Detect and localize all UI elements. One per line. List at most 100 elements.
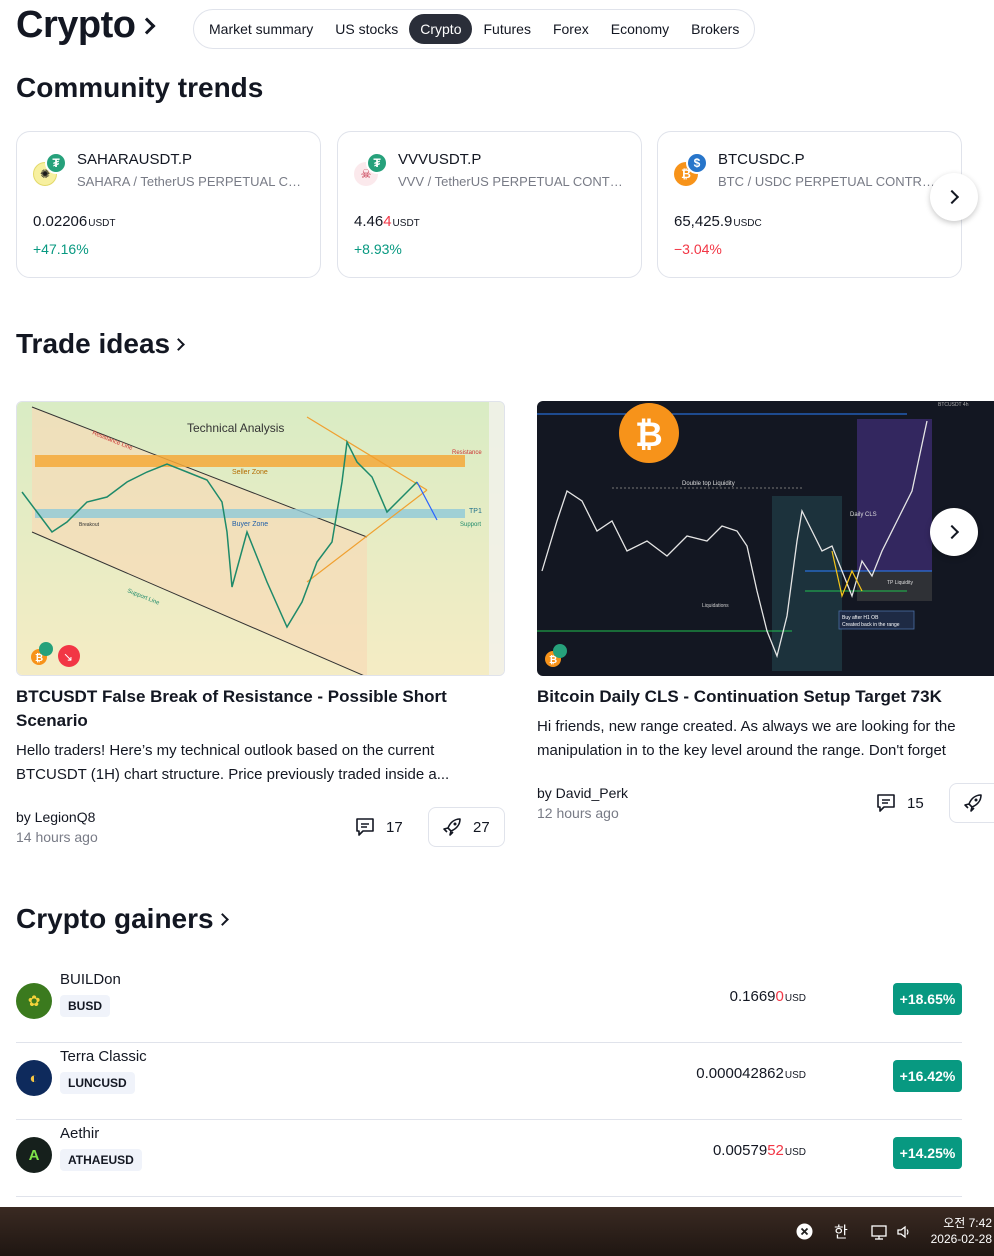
resistance-label: Resistance (452, 450, 482, 456)
comment-icon (877, 794, 895, 812)
seller-zone-label: Seller Zone (232, 469, 268, 476)
table-row[interactable]: ✿ BUILDon BUSD 0.16690USD +18.65% (16, 966, 962, 1043)
buildon-logo-icon: ✿ (16, 983, 52, 1019)
idea-chart-image[interactable]: Technical Analysis Seller Zone Buyer Zon… (16, 401, 505, 676)
crypto-gainers-title: Crypto gainers (16, 903, 214, 934)
price-value: 4.46 (354, 213, 384, 230)
idea-card[interactable]: Technical Analysis Seller Zone Buyer Zon… (16, 401, 505, 853)
comments-count: 15 (907, 794, 924, 812)
chevron-right-icon (944, 189, 960, 205)
daily-cls-label: Daily CLS (850, 512, 877, 518)
idea-card[interactable]: ₿ Double top Liquidity Daily CLS Liquida… (537, 401, 994, 829)
ime-indicator[interactable]: 한 (834, 1207, 848, 1256)
price-value: 0.000042862 (696, 1065, 784, 1082)
trend-symbol: VVVUSDT.P (398, 151, 482, 168)
symbol-icon: ₿ $ (674, 152, 714, 192)
table-row[interactable]: ◐ Terra Classic LUNCUSD 0.000042862USD +… (16, 1043, 962, 1120)
tab-forex[interactable]: Forex (542, 14, 600, 44)
notification-close-button[interactable] (796, 1207, 813, 1256)
community-trends-heading: Community trends (16, 72, 263, 104)
boost-button[interactable] (949, 783, 994, 823)
double-top-label: Double top Liquidity (682, 481, 735, 487)
trend-change: +47.16% (33, 241, 89, 257)
trend-description: VVV / TetherUS PERPETUAL CONTRACT (398, 174, 623, 189)
page-title[interactable]: Crypto (16, 4, 156, 47)
liquidations-label: Liquidations (702, 603, 729, 609)
tab-futures[interactable]: Futures (472, 14, 541, 44)
svg-text:↘: ↘ (63, 650, 73, 664)
idea-meta: by David_Perk 12 hours ago 15 (537, 783, 994, 829)
trends-next-button[interactable] (930, 173, 978, 221)
coin-name: BUILDon (60, 971, 121, 988)
usdc-icon: $ (686, 152, 708, 174)
coin-ticker: BUSD (60, 995, 111, 1017)
network-icon[interactable] (871, 1207, 889, 1256)
idea-meta: by LegionQ8 14 hours ago 17 27 (16, 807, 505, 853)
price-tick-digit: 4 (383, 213, 392, 230)
tab-economy[interactable]: Economy (600, 14, 680, 44)
buy-note-label-2: Created back in the range (842, 622, 900, 628)
crypto-gainers-heading[interactable]: Crypto gainers (16, 903, 229, 935)
volume-icon[interactable] (896, 1207, 912, 1256)
trend-card[interactable]: ₿ $ BTCUSDC.P BTC / USDC PERPETUAL CONTR… (657, 131, 962, 278)
community-trends-title: Community trends (16, 72, 264, 103)
chart-symbol-label: BTCUSDT 4h (938, 402, 969, 408)
trend-description: BTC / USDC PERPETUAL CONTRACT (718, 174, 943, 189)
coin-price: 0.0057952USD (713, 1142, 806, 1159)
svg-text:₿: ₿ (635, 415, 663, 455)
change-badge: +16.42% (893, 1060, 962, 1092)
chevron-right-icon (944, 524, 960, 540)
table-row[interactable]: A Aethir ATHAEUSD 0.0057952USD +14.25% (16, 1120, 962, 1197)
trend-change: −3.04% (674, 241, 722, 257)
price-unit: USDT (88, 218, 116, 229)
rocket-icon (443, 818, 461, 836)
idea-description: Hi friends, new range created. As always… (537, 718, 956, 759)
chart-heading-label: Technical Analysis (187, 421, 284, 435)
breakout-label: Breakout (79, 522, 100, 528)
tab-brokers[interactable]: Brokers (680, 14, 750, 44)
comments-button[interactable]: 15 (863, 783, 936, 823)
price-tick-digit: 52 (767, 1142, 784, 1159)
comments-button[interactable]: 17 (342, 807, 415, 847)
ideas-next-button[interactable] (930, 508, 978, 556)
price-unit: USDC (733, 218, 762, 229)
price-value: 0.1669 (729, 988, 776, 1005)
buyer-zone-label: Buyer Zone (232, 521, 268, 528)
trend-symbol: SAHARAUSDT.P (77, 151, 193, 168)
change-badge: +18.65% (893, 983, 962, 1015)
buy-note-label: Buy after H1 OB (842, 615, 879, 621)
taskbar: 한 오전 7:42 2026-02-28 (0, 1207, 994, 1256)
tp1-label: TP1 (469, 508, 482, 515)
page-title-text: Crypto (16, 4, 136, 46)
trend-card[interactable]: ☠ ₮ VVVUSDT.P VVV / TetherUS PERPETUAL C… (337, 131, 642, 278)
coin-price: 0.16690USD (730, 988, 806, 1005)
coin-price: 0.000042862USD (696, 1065, 806, 1082)
price-unit: USDT (392, 218, 420, 229)
boost-button[interactable]: 27 (428, 807, 505, 847)
price-tick-digit: 0 (775, 988, 784, 1005)
price-unit: USD (784, 1070, 806, 1081)
idea-title[interactable]: BTCUSDT False Break of Resistance - Poss… (16, 685, 505, 733)
trade-ideas-title: Trade ideas (16, 328, 171, 359)
tab-crypto[interactable]: Crypto (409, 14, 473, 44)
trade-ideas-heading[interactable]: Trade ideas (16, 328, 185, 360)
idea-chart-image[interactable]: ₿ Double top Liquidity Daily CLS Liquida… (537, 401, 994, 676)
symbol-icon: ✺ ₮ (33, 152, 73, 192)
market-tabs: Market summary US stocks Crypto Futures … (193, 9, 756, 49)
price-value: 0.02206 (33, 213, 88, 230)
trend-price: 4.464USDT (354, 213, 420, 230)
idea-chart-1: Technical Analysis Seller Zone Buyer Zon… (17, 402, 504, 675)
price-value: 0.00579 (712, 1142, 768, 1159)
trend-card[interactable]: ✺ ₮ SAHARAUSDT.P SAHARA / TetherUS PERPE… (16, 131, 321, 278)
tab-market-summary[interactable]: Market summary (198, 14, 324, 44)
idea-title[interactable]: Bitcoin Daily CLS - Continuation Setup T… (537, 685, 994, 709)
system-clock[interactable]: 오전 7:42 2026-02-28 (931, 1215, 992, 1247)
support-label: Support (460, 522, 481, 528)
price-unit: USD (784, 1147, 806, 1158)
chevron-right-icon (172, 337, 185, 351)
trend-change: +8.93% (354, 241, 402, 257)
coin-name: Aethir (60, 1125, 100, 1142)
clock-time: 오전 7:42 (943, 1216, 992, 1230)
tether-icon: ₮ (45, 152, 67, 174)
tab-us-stocks[interactable]: US stocks (324, 14, 409, 44)
